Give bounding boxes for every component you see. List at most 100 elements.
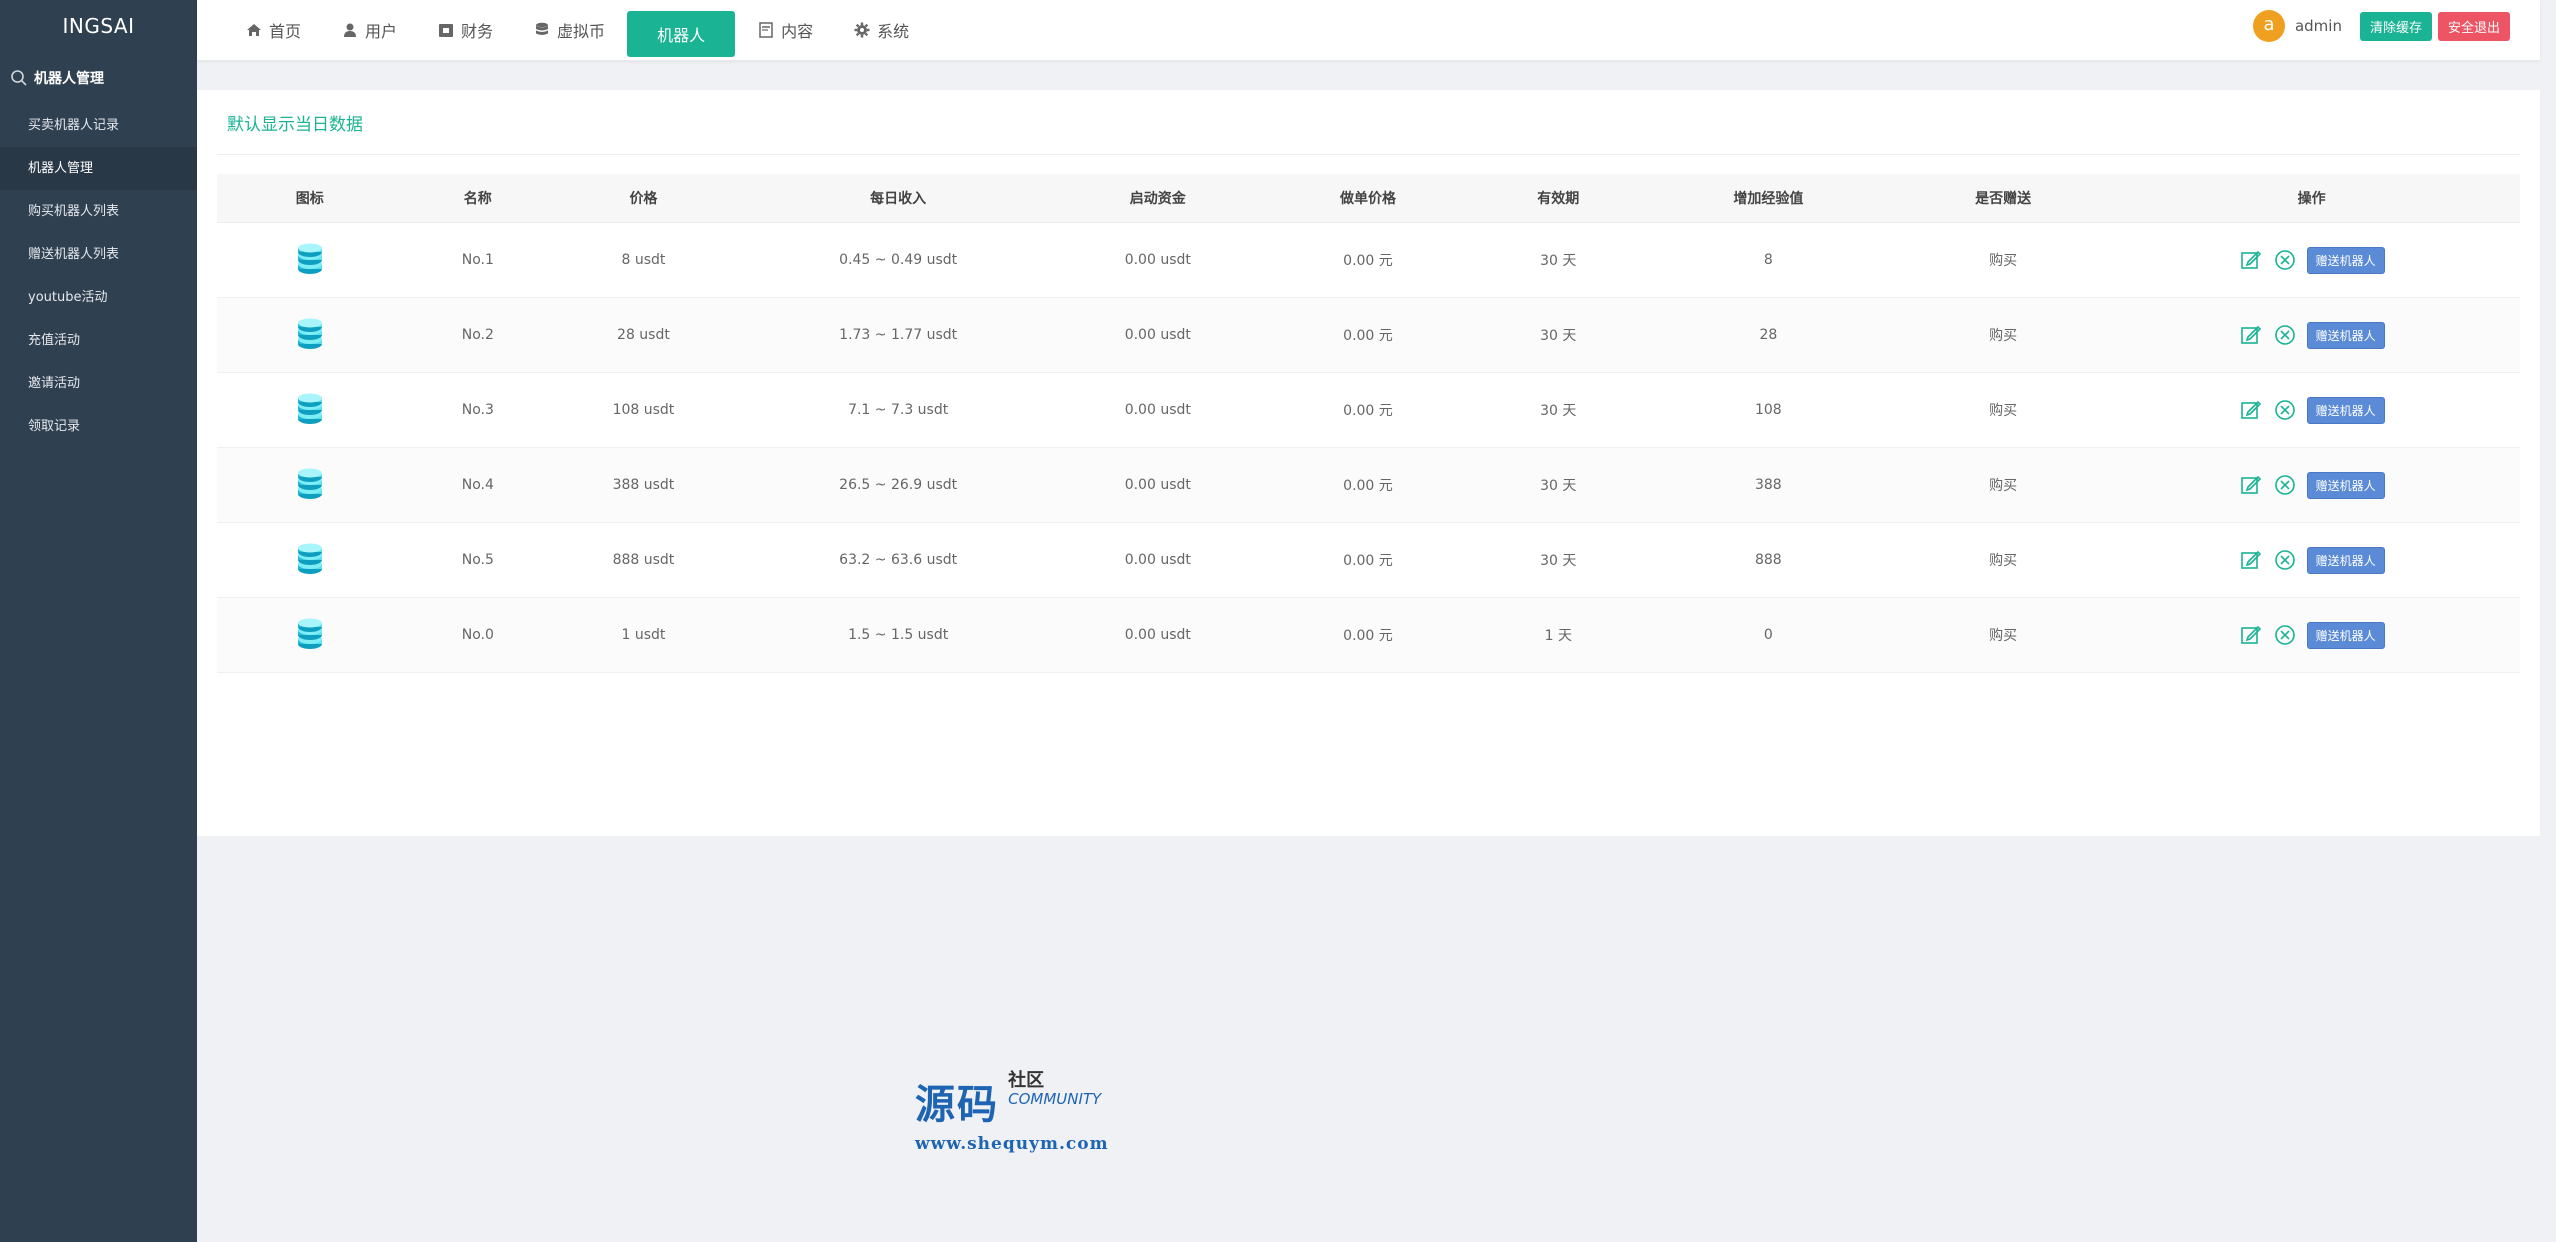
robot-icon-cell — [217, 372, 403, 448]
cell-order-price: 0.00 元 — [1252, 447, 1483, 523]
gift-robot-button[interactable]: 赠送机器人 — [2306, 396, 2385, 424]
table-row: No.5 888 usdt 63.2 ~ 63.6 usdt 0.00 usdt 0.0… — [217, 522, 2520, 598]
table-header-cell: 启动资金 — [1062, 174, 1253, 223]
actions-cell: 赠送机器人 — [2103, 597, 2520, 673]
cell-exp: 0 — [1633, 597, 1904, 673]
cell-capital: 0.00 usdt — [1062, 447, 1253, 523]
edit-icon[interactable] — [2239, 473, 2263, 497]
page-title: 默认显示当日数据 — [227, 115, 363, 135]
table-header-cell: 价格 — [553, 174, 734, 223]
actions-cell: 赠送机器人 — [2103, 222, 2520, 298]
cell-price: 28 usdt — [553, 297, 734, 373]
cell-order-price: 0.00 元 — [1252, 222, 1483, 298]
cell-validity: 30 天 — [1482, 297, 1634, 373]
close-icon[interactable] — [2273, 323, 2297, 347]
content-card: 默认显示当日数据 图标 名称 价格 每日收入 启动资金 做单价格 有效期 增加经验值 是否赠送操… — [197, 90, 2540, 836]
cell-validity: 30 天 — [1482, 447, 1634, 523]
table-header-cell: 增加经验值 — [1633, 174, 1904, 223]
robot-icon-cell — [217, 597, 403, 673]
watermark-big: 源码 — [915, 1081, 999, 1128]
cell-daily: 1.73 ~ 1.77 usdt — [733, 297, 1063, 373]
watermark-en: COMMUNITY — [1008, 1090, 1102, 1108]
table-header-cell: 名称 — [402, 174, 554, 223]
cell-validity: 1 天 — [1482, 597, 1634, 673]
sidebar-item[interactable]: 充值活动 — [0, 319, 197, 362]
user-area: a admin 清除缓存 安全退出 — [2252, 10, 2510, 42]
cell-gift: 购买 — [1903, 597, 2104, 673]
sidebar-item[interactable]: 领取记录 — [0, 405, 197, 448]
close-icon[interactable] — [2273, 548, 2297, 572]
cell-name: No.2 — [402, 297, 554, 373]
edit-icon[interactable] — [2239, 398, 2263, 422]
nav-item[interactable]: 内容 — [739, 7, 831, 53]
logout-button[interactable]: 安全退出 — [2437, 11, 2510, 41]
nav-item[interactable]: 机器人 — [627, 11, 736, 57]
gift-robot-button[interactable]: 赠送机器人 — [2306, 546, 2385, 574]
actions-cell: 赠送机器人 — [2103, 447, 2520, 523]
document-icon — [757, 21, 775, 39]
brand-logo[interactable]: INGSAI — [0, 0, 197, 52]
edit-icon[interactable] — [2239, 323, 2263, 347]
actions-cell: 赠送机器人 — [2103, 372, 2520, 448]
sidebar-item[interactable]: 买卖机器人记录 — [0, 104, 197, 147]
cell-gift: 购买 — [1903, 222, 2104, 298]
clear-cache-button[interactable]: 清除缓存 — [2359, 11, 2432, 41]
table-header-cell: 是否赠送 — [1903, 174, 2104, 223]
nav-item-label: 虚拟币 — [557, 22, 606, 41]
sidebar-item[interactable]: 购买机器人列表 — [0, 190, 197, 233]
nav-item-label: 用户 — [365, 22, 398, 41]
cell-price: 108 usdt — [553, 372, 734, 448]
close-icon[interactable] — [2273, 473, 2297, 497]
gear-icon — [853, 21, 871, 39]
edit-icon[interactable] — [2239, 548, 2263, 572]
cell-price: 1 usdt — [553, 597, 734, 673]
close-icon[interactable] — [2273, 248, 2297, 272]
nav-item[interactable]: 虚拟币 — [515, 7, 623, 53]
watermark-url: www.shequym.com — [915, 1134, 1109, 1154]
robot-icon-cell — [217, 297, 403, 373]
edit-icon[interactable] — [2239, 623, 2263, 647]
nav-item[interactable]: 用户 — [323, 7, 415, 53]
table-row: No.3 108 usdt 7.1 ~ 7.3 usdt 0.00 usdt 0.00 … — [217, 372, 2520, 448]
table-row: No.4 388 usdt 26.5 ~ 26.9 usdt 0.00 usdt 0.0… — [217, 447, 2520, 523]
table-header-cell: 每日收入 — [733, 174, 1063, 223]
nav-item-label: 系统 — [877, 22, 910, 41]
top-navbar: 首页 用户 财务 虚拟币 机器人 内容 系统 a admin 清除缓存 安全退出 — [197, 0, 2540, 61]
nav-item-label: 机器人 — [657, 26, 706, 45]
cell-gift: 购买 — [1903, 522, 2104, 598]
edit-icon[interactable] — [2239, 248, 2263, 272]
username[interactable]: admin — [2295, 17, 2342, 35]
cell-exp: 388 — [1633, 447, 1904, 523]
cell-capital: 0.00 usdt — [1062, 222, 1253, 298]
cell-name: No.1 — [402, 222, 554, 298]
sidebar-section-robot-management[interactable]: 机器人管理 — [0, 52, 197, 104]
nav-item[interactable]: 系统 — [835, 7, 927, 53]
cell-gift: 购买 — [1903, 372, 2104, 448]
gift-robot-button[interactable]: 赠送机器人 — [2306, 621, 2385, 649]
table-row: No.0 1 usdt 1.5 ~ 1.5 usdt 0.00 usdt 0.00 元1… — [217, 597, 2520, 673]
gift-robot-button[interactable]: 赠送机器人 — [2306, 246, 2385, 274]
cell-exp: 8 — [1633, 222, 1904, 298]
cell-price: 888 usdt — [553, 522, 734, 598]
watermark-logo: 源码 社区 COMMUNITY www.shequym.com — [915, 1072, 1109, 1155]
avatar[interactable]: a — [2252, 10, 2285, 42]
nav-item[interactable]: 财务 — [419, 7, 511, 53]
close-icon[interactable] — [2273, 398, 2297, 422]
sidebar-item[interactable]: 赠送机器人列表 — [0, 233, 197, 276]
nav-item[interactable]: 首页 — [227, 7, 319, 53]
nav-item-label: 内容 — [781, 22, 814, 41]
user-icon — [341, 21, 359, 39]
gift-robot-button[interactable]: 赠送机器人 — [2306, 321, 2385, 349]
sidebar-item[interactable]: youtube活动 — [0, 276, 197, 319]
cell-name: No.5 — [402, 522, 554, 598]
wallet-icon — [437, 21, 455, 39]
sidebar-item[interactable]: 机器人管理 — [0, 147, 197, 190]
close-icon[interactable] — [2273, 623, 2297, 647]
sidebar-item[interactable]: 邀请活动 — [0, 362, 197, 405]
home-icon — [245, 21, 263, 39]
sidebar: INGSAI 机器人管理 买卖机器人记录 机器人管理 购买机器人列表 赠送机器人列表 y… — [0, 0, 197, 1242]
gift-robot-button[interactable]: 赠送机器人 — [2306, 471, 2385, 499]
cell-validity: 30 天 — [1482, 522, 1634, 598]
cell-validity: 30 天 — [1482, 222, 1634, 298]
cell-exp: 28 — [1633, 297, 1904, 373]
